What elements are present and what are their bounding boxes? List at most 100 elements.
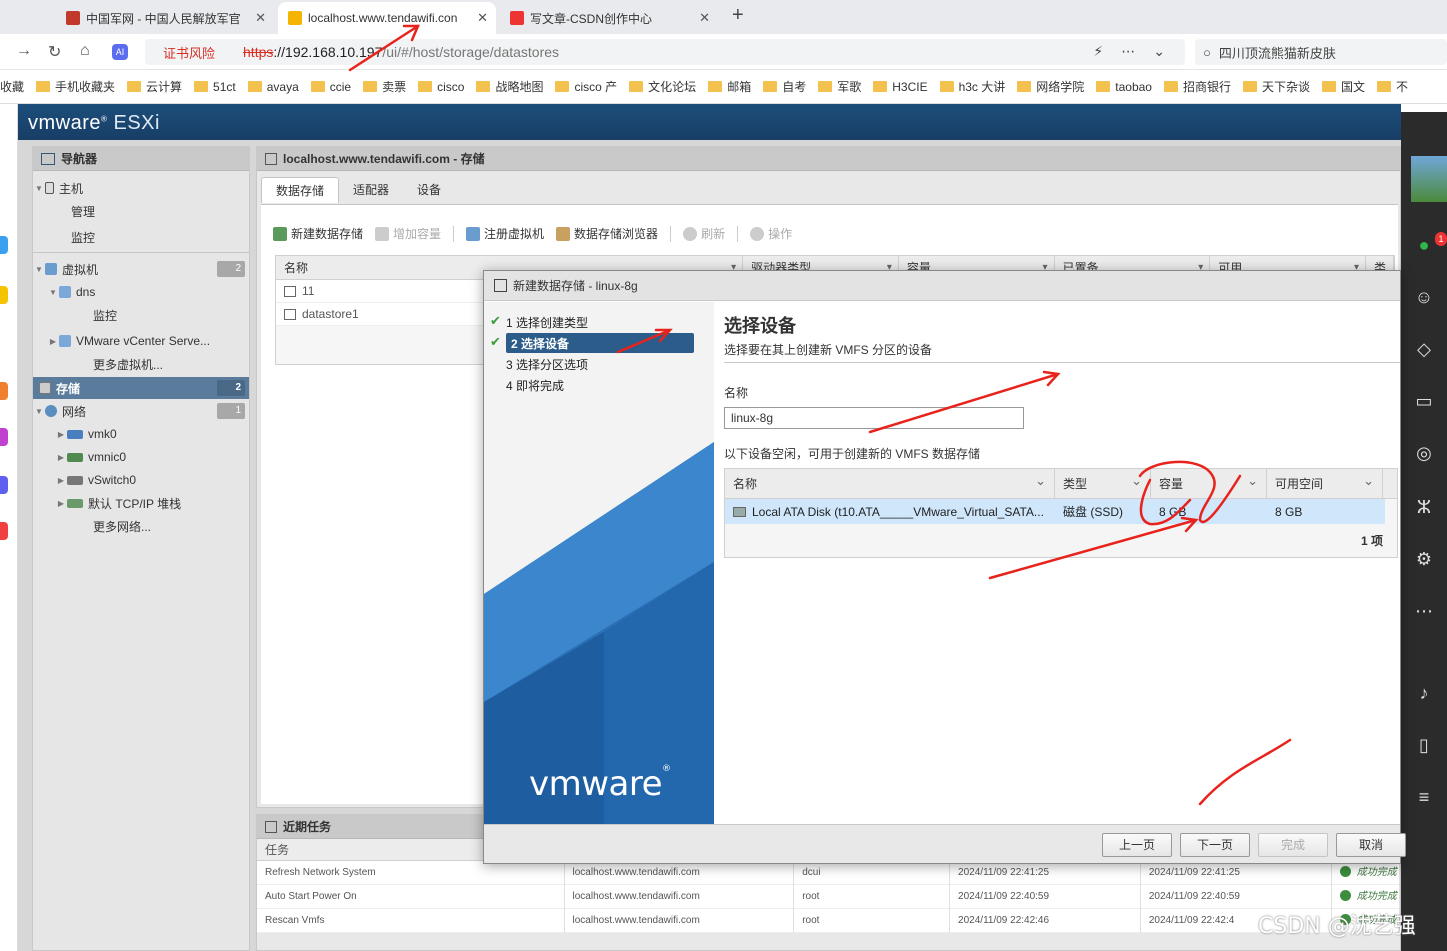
bookmark-item[interactable]: taobao <box>1096 80 1152 94</box>
nav-item-vmnic0[interactable]: ▶ vmnic0 <box>33 446 249 468</box>
lightning-icon[interactable]: ⚡ <box>1093 43 1103 60</box>
actions-button[interactable]: 操作 <box>750 225 792 242</box>
bookmark-item[interactable]: 网络学院 <box>1017 78 1084 95</box>
expand-arrow-icon[interactable]: ▶ <box>55 476 67 485</box>
bookmark-item[interactable]: 不 <box>1377 78 1408 95</box>
chat-icon[interactable]: ● <box>1413 234 1435 256</box>
datastore-browser-button[interactable]: 数据存储浏览器 <box>556 225 658 242</box>
bookmark-item[interactable]: 文化论坛 <box>629 78 696 95</box>
table-row[interactable]: Rescan Vmfs localhost.www.tendawifi.com ro… <box>257 908 1401 933</box>
nav-item-more-vms[interactable]: 更多虚拟机... <box>33 353 249 375</box>
column-free-space[interactable]: 可用空间 <box>1267 466 1383 498</box>
wallpaper-thumbnail[interactable] <box>1411 156 1447 202</box>
settings-icon[interactable]: ⚙ <box>1413 548 1435 570</box>
bookmark-item[interactable]: avaya <box>247 80 299 94</box>
bookmark-item[interactable]: H3CIE <box>873 80 928 94</box>
menu-icon[interactable]: ≡ <box>1413 786 1435 808</box>
bookmark-item[interactable]: 51ct <box>194 80 236 94</box>
tab-datastores[interactable]: 数据存储 <box>261 177 340 203</box>
nav-item-storage[interactable]: 存储 2 <box>33 377 249 399</box>
nav-item-tcpip[interactable]: ▶ 默认 TCP/IP 堆栈 <box>33 492 249 514</box>
home-icon[interactable]: ⌂ <box>80 42 90 60</box>
app-icon[interactable] <box>0 428 8 446</box>
increase-capacity-button[interactable]: 增加容量 <box>375 225 441 242</box>
browser-tab-esxi[interactable]: localhost.www.tendawifi.con ✕ <box>278 2 496 34</box>
nav-item-dns-monitor[interactable]: 监控 <box>33 304 249 326</box>
bookmark-item[interactable]: 收藏 <box>0 78 24 95</box>
new-datastore-button[interactable]: 新建数据存储 <box>273 225 363 242</box>
previous-button[interactable]: 上一页 <box>1102 833 1172 857</box>
tab-devices[interactable]: 设备 <box>403 177 455 203</box>
cube-icon[interactable]: ◇ <box>1413 338 1435 360</box>
collapse-arrow-icon[interactable]: ▼ <box>33 184 45 193</box>
aperture-icon[interactable]: ◎ <box>1413 442 1435 464</box>
nav-item-vmk0[interactable]: ▶ vmk0 <box>33 423 249 445</box>
datastore-name-input[interactable]: linux-8g <box>724 407 1024 429</box>
music-icon[interactable]: ♪ <box>1413 682 1435 704</box>
chevron-down-icon[interactable]: ⌄ <box>1153 43 1165 60</box>
close-tab-icon[interactable]: ✕ <box>477 10 488 26</box>
url-field[interactable]: 证书风险 https://192.168.10.197/ui/#/host/st… <box>145 39 1185 65</box>
table-row[interactable]: Auto Start Power On localhost.www.tendawi… <box>257 884 1401 909</box>
register-vm-button[interactable]: 注册虚拟机 <box>466 225 544 242</box>
close-tab-icon[interactable]: ✕ <box>255 10 266 26</box>
column-name[interactable]: 名称 <box>725 466 1055 498</box>
tab-adapters[interactable]: 适配器 <box>339 177 403 203</box>
next-button[interactable]: 下一页 <box>1180 833 1250 857</box>
bookmark-item[interactable]: 自考 <box>763 78 806 95</box>
wizard-step-4[interactable]: 4 即将完成 <box>506 375 564 395</box>
bookmark-item[interactable]: cisco 产 <box>555 78 617 95</box>
nav-item-host[interactable]: ▼ 主机 <box>33 177 249 199</box>
app-icon[interactable] <box>0 522 8 540</box>
app-icon[interactable] <box>0 382 8 400</box>
bookmark-item[interactable]: h3c 大讲 <box>939 78 1005 95</box>
bookmark-item[interactable]: 国文 <box>1322 78 1365 95</box>
wizard-step-2[interactable]: 2 选择设备 <box>506 333 694 353</box>
bookmark-item[interactable]: 手机收藏夹 <box>36 78 115 95</box>
bookmark-item[interactable]: 云计算 <box>127 78 182 95</box>
column-task[interactable]: 任务 <box>257 839 289 860</box>
nav-item-network[interactable]: ▼ 网络 1 <box>33 400 249 422</box>
nav-item-vcenter[interactable]: ▶ VMware vCenter Serve... <box>33 330 249 352</box>
nav-item-dns[interactable]: ▼ dns <box>33 281 249 303</box>
nav-item-more-networks[interactable]: 更多网络... <box>33 515 249 537</box>
app-icon[interactable] <box>0 286 8 304</box>
new-tab-icon[interactable]: + <box>732 4 744 27</box>
expand-arrow-icon[interactable]: ▶ <box>47 337 59 346</box>
close-tab-icon[interactable]: ✕ <box>699 10 710 26</box>
device-row[interactable]: Local ATA Disk (t10.ATA_____VMware_Virtu… <box>725 499 1385 524</box>
expand-arrow-icon[interactable]: ▶ <box>55 499 67 508</box>
browser-tab-csdn[interactable]: 写文章-CSDN创作中心 ✕ <box>500 2 718 34</box>
bookmark-item[interactable]: ccie <box>310 80 351 94</box>
collapse-arrow-icon[interactable]: ▼ <box>47 288 59 297</box>
forward-icon[interactable]: → <box>16 42 32 60</box>
nav-item-monitor[interactable]: 监控 <box>33 226 249 248</box>
more-icon[interactable]: ⋯ <box>1121 43 1135 60</box>
reload-icon[interactable]: ↻ <box>48 42 61 62</box>
ai-icon[interactable]: AI <box>112 44 128 60</box>
expand-arrow-icon[interactable]: ▶ <box>55 430 67 439</box>
bookmark-item[interactable]: cisco <box>418 80 464 94</box>
more-icon[interactable]: ⋯ <box>1413 600 1435 622</box>
finish-button[interactable]: 完成 <box>1258 833 1328 857</box>
wizard-step-3[interactable]: 3 选择分区选项 <box>506 354 588 374</box>
cancel-button[interactable]: 取消 <box>1336 833 1406 857</box>
search-box[interactable]: ○ 四川顶流熊猫新皮肤 <box>1195 39 1447 65</box>
bookmark-item[interactable]: 天下杂谈 <box>1243 78 1310 95</box>
user-icon[interactable]: ☺ <box>1413 286 1435 308</box>
bookmark-item[interactable]: 战略地图 <box>476 78 543 95</box>
wizard-step-1[interactable]: 1 选择创建类型 <box>506 312 588 332</box>
expand-arrow-icon[interactable]: ▶ <box>55 453 67 462</box>
nav-item-vms[interactable]: ▼ 虚拟机 2 <box>33 258 249 280</box>
collapse-arrow-icon[interactable]: ▼ <box>33 265 45 274</box>
nav-item-manage[interactable]: 管理 <box>33 200 249 222</box>
table-row[interactable]: Refresh Network System localhost.www.tend… <box>257 860 1401 885</box>
nav-item-vswitch0[interactable]: ▶ vSwitch0 <box>33 469 249 491</box>
phone-icon[interactable]: ▯ <box>1413 734 1435 756</box>
column-type[interactable]: 类型 <box>1055 466 1151 498</box>
bookmark-item[interactable]: 卖票 <box>363 78 406 95</box>
column-capacity[interactable]: 容量 <box>1151 466 1267 498</box>
bookmark-item[interactable]: 军歌 <box>818 78 861 95</box>
browser-tab-chinamil[interactable]: 中国军网 - 中国人民解放军官 ✕ <box>56 2 274 34</box>
bookmark-item[interactable]: 招商银行 <box>1163 78 1231 95</box>
